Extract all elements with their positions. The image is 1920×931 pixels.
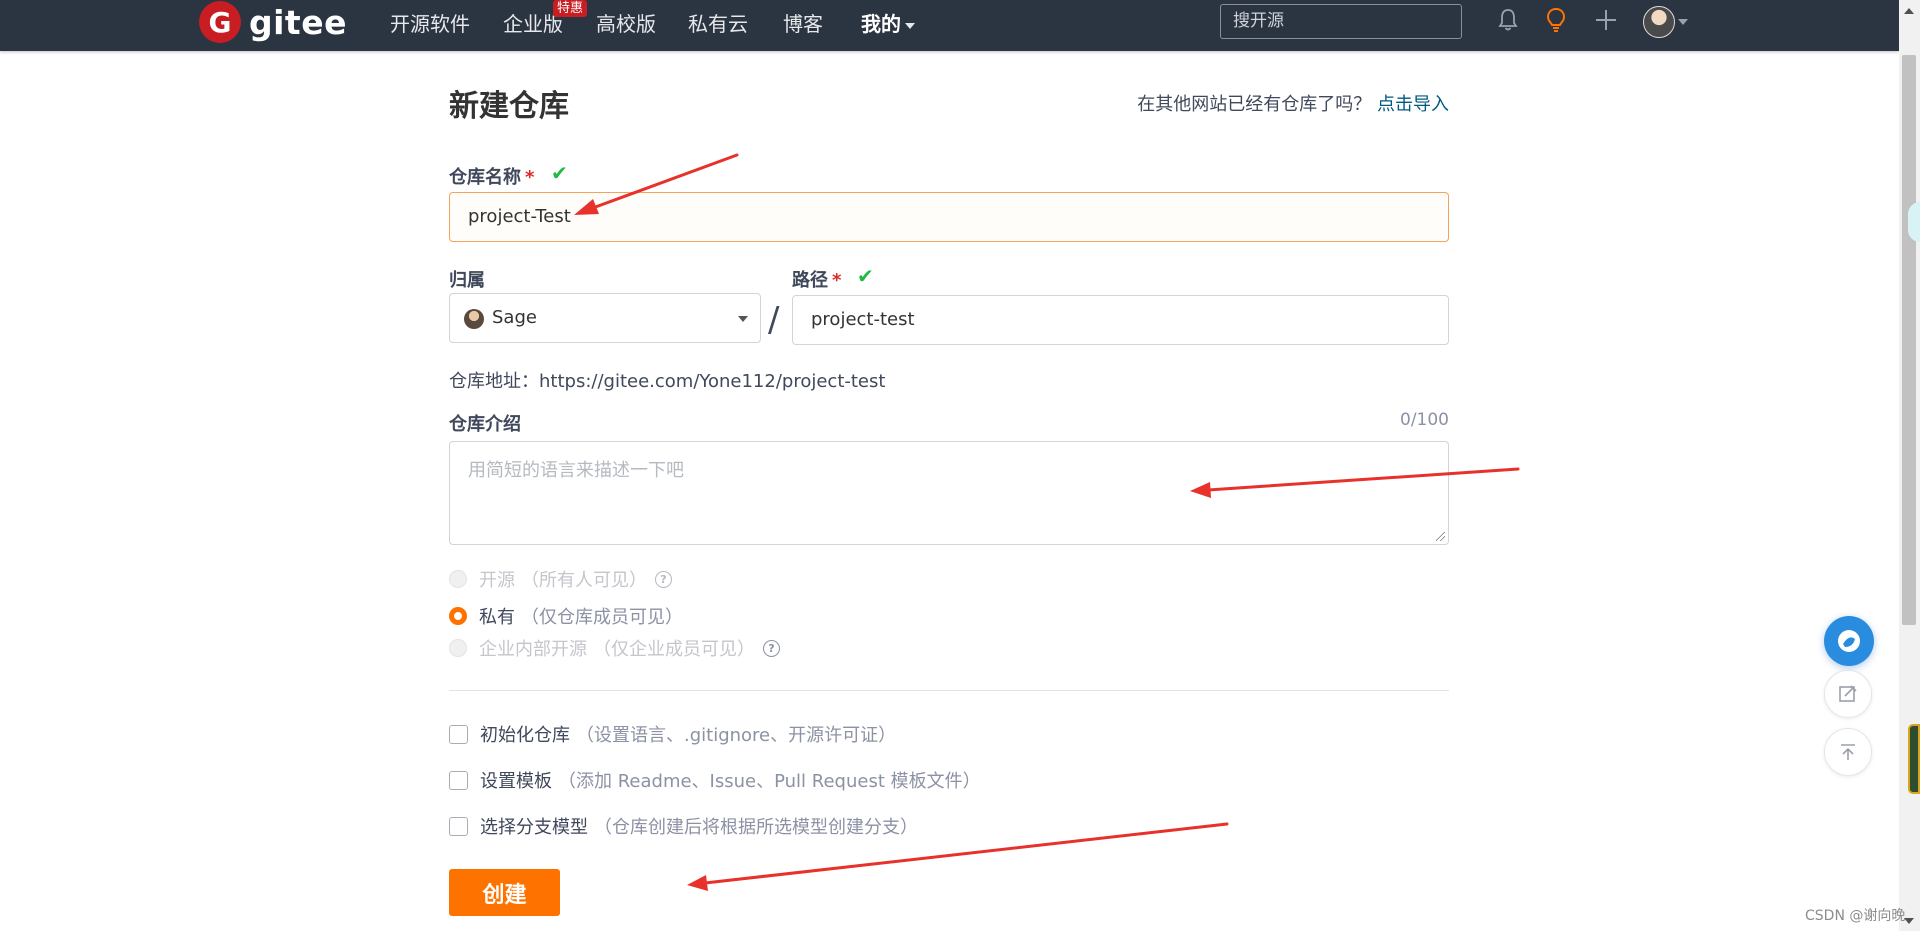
repo-url: 仓库地址：https://gitee.com/Yone112/project-t… xyxy=(449,371,886,392)
repo-name-value: project-Test xyxy=(468,206,571,227)
repo-name-label: 仓库名称 * xyxy=(449,163,534,189)
plus-icon[interactable] xyxy=(1592,6,1620,34)
arrow-up-icon xyxy=(1841,744,1855,760)
visibility-private-option[interactable]: 私有 （仅仓库成员可见） xyxy=(449,604,683,628)
path-label: 路径 * xyxy=(792,266,841,292)
import-link[interactable]: 点击导入 xyxy=(1377,94,1449,115)
template-label: 设置模板 xyxy=(480,771,552,792)
nav-open-source[interactable]: 开源软件 xyxy=(390,8,470,37)
gitee-logo[interactable]: G gitee xyxy=(199,0,347,44)
side-bubble[interactable] xyxy=(1908,202,1920,242)
resize-handle-icon[interactable] xyxy=(1436,532,1445,541)
intro-char-counter: 0/100 xyxy=(1400,410,1449,430)
scrollbar-thumb[interactable] xyxy=(1902,55,1916,625)
scroll-down-arrow-icon[interactable] xyxy=(1904,918,1914,924)
nav-mine-menu[interactable]: 我的 xyxy=(861,8,915,37)
owner-avatar xyxy=(464,309,484,329)
branch-model-hint: （仓库创建后将根据所选模型创建分支） xyxy=(594,817,918,838)
radio-private-label: 私有 xyxy=(479,607,515,628)
intro-textarea[interactable]: 用简短的语言来描述一下吧 xyxy=(449,441,1449,545)
check-icon: ✔ xyxy=(857,264,874,288)
template-hint: （添加 Readme、Issue、Pull Request 模板文件） xyxy=(558,771,981,792)
path-label-text: 路径 xyxy=(792,270,828,291)
gitee-logo-icon: G xyxy=(199,1,241,43)
template-option[interactable]: 设置模板 （添加 Readme、Issue、Pull Request 模板文件） xyxy=(449,768,981,792)
lightbulb-icon[interactable] xyxy=(1542,6,1570,34)
path-separator: / xyxy=(768,300,780,340)
watermark: CSDN @谢向晚 xyxy=(1805,908,1906,924)
help-icon[interactable]: ? xyxy=(763,639,780,657)
intro-placeholder: 用简短的语言来描述一下吧 xyxy=(468,460,684,481)
radio-private[interactable] xyxy=(449,607,467,625)
nav-education[interactable]: 高校版 xyxy=(596,8,656,37)
chevron-down-icon xyxy=(738,316,748,322)
init-repo-checkbox[interactable] xyxy=(449,724,468,744)
avatar-chevron-down-icon[interactable] xyxy=(1678,19,1688,25)
nav-blog[interactable]: 博客 xyxy=(783,8,823,37)
check-icon: ✔ xyxy=(551,161,568,185)
branch-model-checkbox[interactable] xyxy=(449,816,468,836)
back-to-top-button[interactable] xyxy=(1824,728,1872,776)
section-divider xyxy=(449,690,1449,691)
user-avatar[interactable] xyxy=(1643,6,1675,38)
scroll-up-arrow-icon[interactable] xyxy=(1904,8,1914,14)
chevron-down-icon xyxy=(905,22,915,29)
required-mark: * xyxy=(525,167,535,188)
bell-icon[interactable] xyxy=(1494,6,1522,34)
radio-public-hint: （所有人可见） xyxy=(521,570,647,591)
radio-public-label: 开源 xyxy=(479,570,515,591)
visibility-enterprise-option[interactable]: 企业内部开源 （仅企业成员可见） ? xyxy=(449,636,780,660)
import-prompt: 在其他网站已经有仓库了吗？ xyxy=(1137,94,1372,115)
gitee-logo-text: gitee xyxy=(249,2,347,42)
init-repo-option[interactable]: 初始化仓库 （设置语言、.gitignore、开源许可证） xyxy=(449,722,896,746)
side-edge-widget[interactable] xyxy=(1908,724,1920,794)
path-value: project-test xyxy=(811,309,915,330)
owner-value: Sage xyxy=(492,307,537,328)
radio-enterprise-hint: （仅企业成员可见） xyxy=(593,639,755,660)
help-icon[interactable]: ? xyxy=(655,570,672,588)
create-button[interactable]: 创建 xyxy=(449,869,560,916)
radio-public[interactable] xyxy=(449,570,467,588)
visibility-public-option[interactable]: 开源 （所有人可见） ? xyxy=(449,567,672,591)
assistant-float-button[interactable] xyxy=(1824,616,1874,666)
path-input[interactable]: project-test xyxy=(792,295,1449,345)
nav-private-cloud[interactable]: 私有云 xyxy=(688,8,748,37)
init-repo-hint: （设置语言、.gitignore、开源许可证） xyxy=(576,725,897,746)
nav-mine-label: 我的 xyxy=(861,12,901,36)
import-hint: 在其他网站已经有仓库了吗？ 点击导入 xyxy=(1137,90,1449,116)
repo-name-input[interactable]: project-Test xyxy=(449,192,1449,242)
required-mark: * xyxy=(832,270,842,291)
radio-enterprise[interactable] xyxy=(449,639,467,657)
enterprise-promo-badge: 特惠 xyxy=(553,0,588,17)
radio-private-hint: （仅仓库成员可见） xyxy=(521,607,683,628)
template-checkbox[interactable] xyxy=(449,770,468,790)
owner-label: 归属 xyxy=(449,270,485,291)
edit-icon xyxy=(1839,685,1857,702)
branch-model-label: 选择分支模型 xyxy=(480,817,588,838)
intro-label: 仓库介绍 xyxy=(449,414,521,435)
search-input[interactable]: 搜开源 xyxy=(1220,4,1462,39)
branch-model-option[interactable]: 选择分支模型 （仓库创建后将根据所选模型创建分支） xyxy=(449,814,918,838)
repo-name-label-text: 仓库名称 xyxy=(449,167,521,188)
assistant-icon xyxy=(1838,630,1860,652)
radio-enterprise-label: 企业内部开源 xyxy=(479,639,587,660)
page-title: 新建仓库 xyxy=(449,89,569,124)
top-navbar: G gitee 开源软件 企业版 特惠 高校版 私有云 博客 我的 搜开源 xyxy=(0,0,1899,51)
init-repo-label: 初始化仓库 xyxy=(480,725,570,746)
owner-select[interactable]: Sage xyxy=(449,293,761,343)
feedback-float-button[interactable] xyxy=(1824,670,1872,718)
